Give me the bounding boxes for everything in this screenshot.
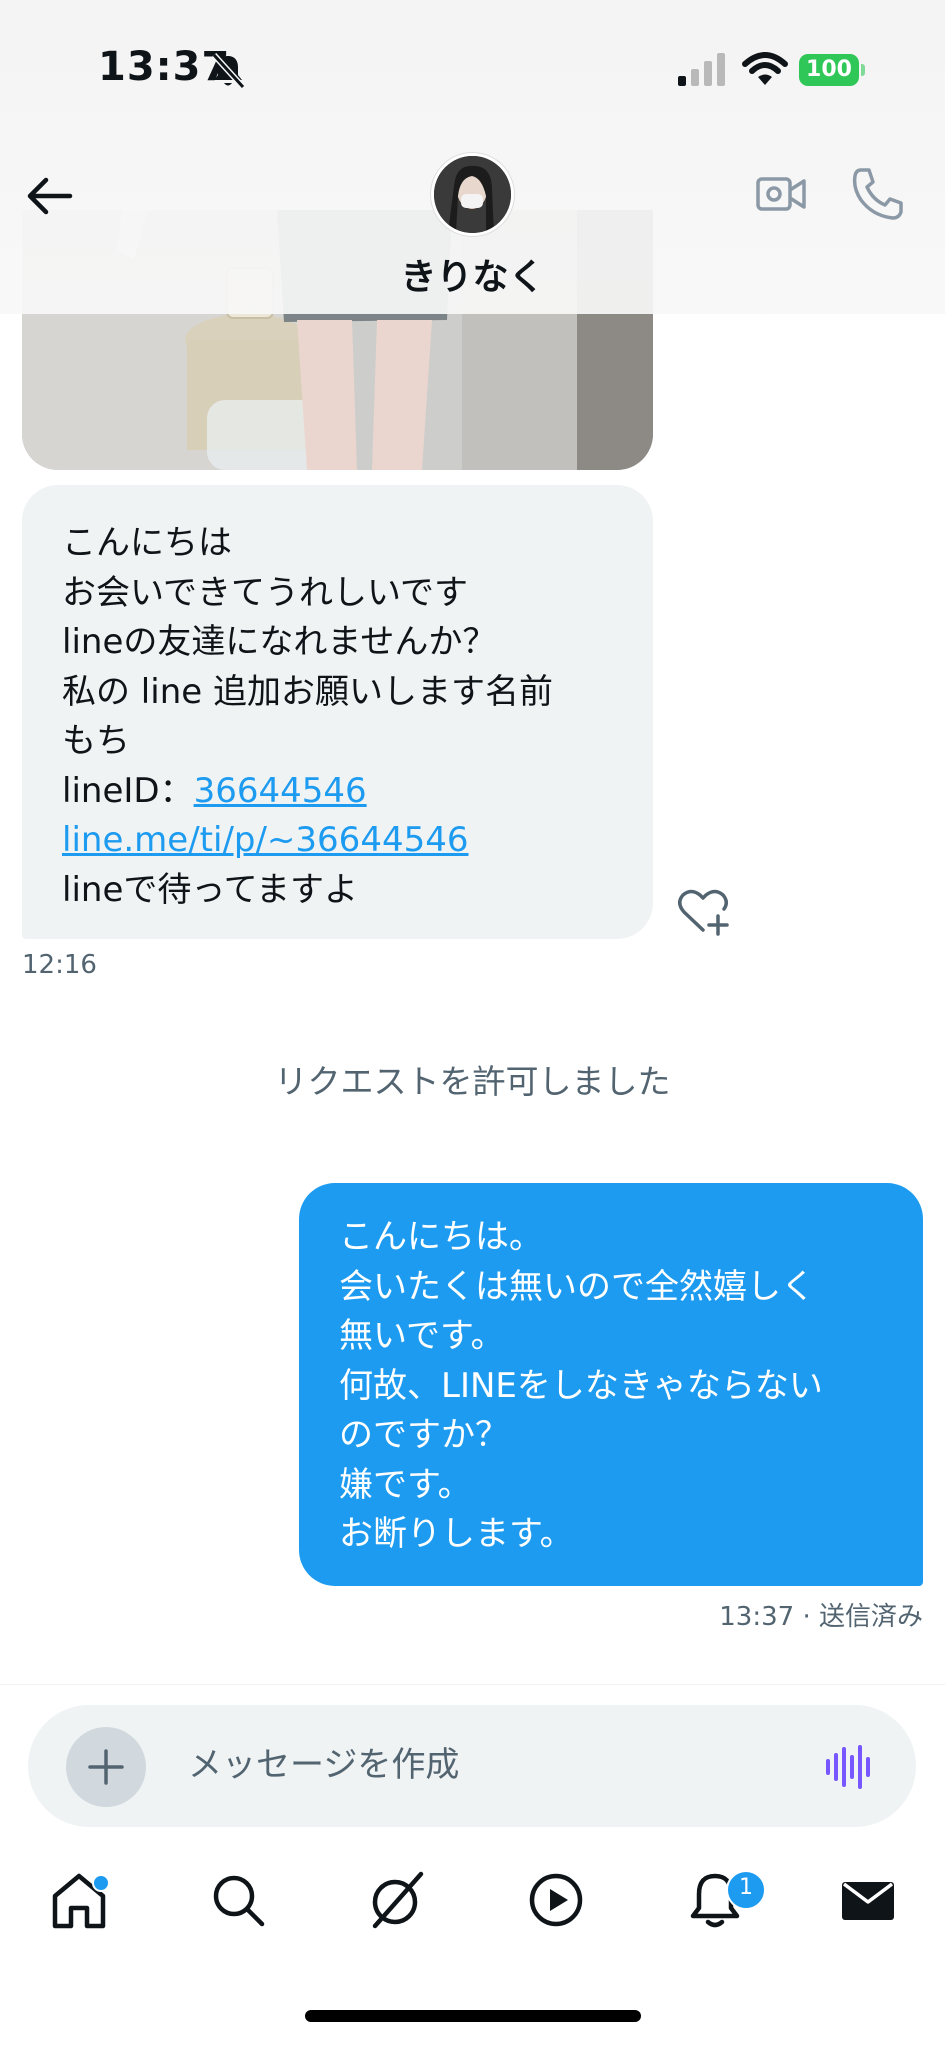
outgoing-message-bubble[interactable]: こんにちは。 会いたくは無いので全然嬉しく 無いです。 何故、LINEをしなきゃ…: [299, 1183, 923, 1586]
add-media-button[interactable]: [66, 1727, 146, 1807]
play-icon[interactable]: [524, 1868, 588, 1932]
message-line: お会いできてうれしいです: [62, 572, 468, 613]
voice-message-icon[interactable]: [824, 1743, 876, 1791]
battery-indicator: 100: [799, 54, 865, 86]
system-message: リクエストを許可しました: [274, 1062, 671, 1101]
message-line: お断りします。: [339, 1514, 574, 1554]
plus-icon: [88, 1749, 124, 1785]
incoming-timestamp: 12:16: [22, 950, 97, 980]
message-line: 何故、LINEをしなきゃならない: [339, 1365, 823, 1406]
message-line: のですか？: [339, 1415, 509, 1455]
home-unread-dot: [92, 1874, 110, 1892]
composer-divider: [0, 1684, 945, 1685]
search-icon[interactable]: [206, 1868, 270, 1932]
add-reaction-icon[interactable]: [676, 886, 730, 936]
wifi-icon: [742, 52, 788, 85]
message-line: こんにちは。: [339, 1217, 543, 1257]
line-url-link[interactable]: line.me/ti/p/~36644546: [62, 820, 468, 860]
message-line: lineで待ってますよ: [62, 869, 358, 910]
message-line: もち: [62, 721, 130, 761]
message-line-id: lineID：36644546: [62, 767, 613, 817]
line-id-label: lineID：: [62, 770, 194, 811]
message-line: 私の line 追加お願いします名前: [62, 671, 553, 712]
notifications-badge: 1: [726, 1870, 766, 1910]
back-arrow-icon[interactable]: [22, 168, 78, 224]
mail-icon[interactable]: [836, 1868, 900, 1932]
avatar-image: [434, 156, 511, 233]
message-line: 無いです。: [339, 1316, 505, 1356]
video-call-icon[interactable]: [755, 168, 807, 220]
contact-avatar[interactable]: [431, 153, 514, 236]
contact-name[interactable]: きりなく: [0, 248, 945, 300]
message-line: こんにちは: [62, 523, 232, 563]
message-line: lineの友達になれませんか？: [62, 622, 497, 662]
battery-level: 100: [806, 57, 852, 82]
grok-icon[interactable]: [365, 1868, 429, 1932]
conversation-header: 13:37 100 きりなく: [0, 0, 945, 314]
message-line: 会いたくは無いので全然嬉しく: [339, 1266, 815, 1307]
home-indicator[interactable]: [305, 2010, 641, 2022]
message-line-link: line.me/ti/p/~36644546: [62, 816, 613, 866]
message-composer: [28, 1705, 916, 1827]
outgoing-timestamp: 13:37 · 送信済み: [719, 1602, 923, 1632]
phone-call-icon[interactable]: [851, 166, 903, 222]
status-bar: 13:37 100: [0, 0, 945, 140]
bell-muted-icon: [211, 52, 246, 90]
message-line: 嫌です。: [339, 1464, 472, 1505]
line-id-link[interactable]: 36644546: [194, 771, 367, 811]
signal-icon: [678, 53, 725, 86]
message-input[interactable]: [188, 1735, 788, 1795]
incoming-message-bubble[interactable]: こんにちは お会いできてうれしいです lineの友達になれませんか？ 私の li…: [22, 485, 653, 939]
